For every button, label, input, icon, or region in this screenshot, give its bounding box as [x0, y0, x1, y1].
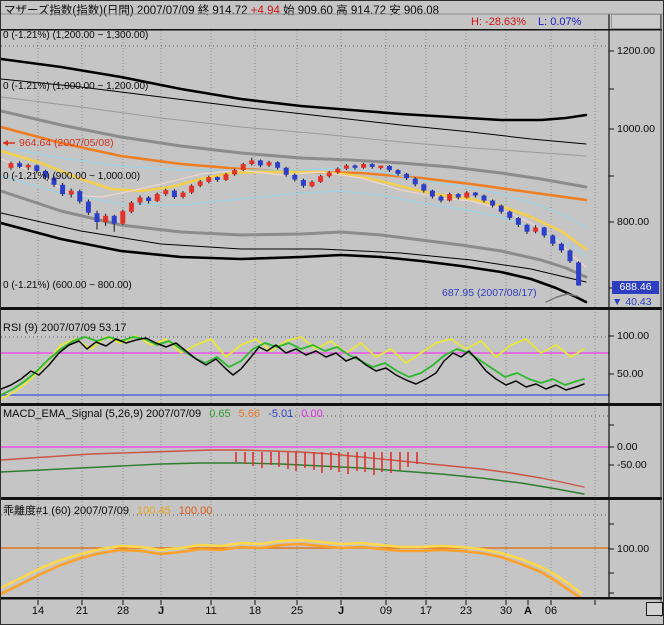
y-axis-label: 800.00: [617, 216, 649, 228]
x-axis-label: 30: [494, 605, 518, 617]
x-axis-label: J: [329, 605, 353, 617]
x-axis-label: 11: [199, 605, 223, 617]
chart-canvas[interactable]: [1, 1, 664, 625]
kairi-value-2: 100.00: [179, 505, 213, 517]
rsi-title: RSI (9) 2007/07/09 53.17: [3, 322, 127, 334]
y-axis-label: 100.00: [617, 543, 649, 555]
last-price-badge: 688.46: [612, 281, 659, 294]
x-axis-label: J: [149, 605, 173, 617]
kairi-title: 乖離度#1 (60) 2007/07/09: [3, 505, 129, 517]
x-axis-label: 14: [26, 605, 50, 617]
x-axis-label: 28: [111, 605, 135, 617]
macd-value-1: 0.65: [209, 408, 230, 420]
x-axis-label: 17: [414, 605, 438, 617]
band-range-label: 0 (-1.21%) (900.00 ~ 1,000.00): [3, 171, 140, 182]
corner-button[interactable]: [646, 602, 663, 616]
y-axis-label: 1200.00: [617, 45, 655, 57]
rsi-panel-header[interactable]: RSI (9) 2007/07/09 53.17: [3, 322, 127, 334]
macd-value-4: 0.00: [301, 408, 322, 420]
macd-panel-header[interactable]: MACD_EMA_Signal (5,26,9) 2007/07/09 0.65…: [3, 408, 323, 420]
x-axis-label: 25: [285, 605, 309, 617]
chart-application-window: マザーズ指数(指数)(日間) 2007/07/09 終 914.72 +4.94…: [0, 0, 664, 625]
y-axis-label: 1000.00: [617, 123, 655, 135]
x-axis-label: 23: [454, 605, 478, 617]
x-axis-label: 21: [70, 605, 94, 617]
kairi-value-1: 100.45: [137, 505, 171, 517]
x-axis-label: 18: [243, 605, 267, 617]
kairi-panel-header[interactable]: 乖離度#1 (60) 2007/07/09 100.45 100.00: [3, 502, 212, 518]
macd-value-2: 5.66: [239, 408, 260, 420]
y-axis-label: -50.00: [617, 459, 647, 471]
band-range-label: 0 (-1.21%) (600.00 ~ 800.00): [3, 280, 132, 291]
x-axis-label: A: [516, 605, 540, 617]
down-arrow-icon: ▼: [612, 296, 622, 308]
price-change-indicator: ▼ 40.43: [612, 296, 652, 308]
macd-title: MACD_EMA_Signal (5,26,9) 2007/07/09: [3, 408, 201, 420]
high-price-marker: 964.64 (2007/05/08): [19, 137, 114, 149]
y-axis-label: 100.00: [617, 330, 649, 342]
band-range-label: 0 (-1.21%) (1,200.00 ~ 1,300.00): [3, 30, 148, 41]
band-range-label: 0 (-1.21%) (1,000.00 ~ 1,200.00): [3, 81, 148, 92]
low-price-marker: 687.95 (2007/08/17): [442, 287, 537, 299]
macd-value-3: -5.01: [268, 408, 293, 420]
y-axis-label: 0.00: [617, 441, 637, 453]
change-amount: 40.43: [625, 296, 651, 308]
x-axis-label: 06: [539, 605, 563, 617]
y-axis-label: 50.00: [617, 368, 643, 380]
x-axis-label: 09: [374, 605, 398, 617]
